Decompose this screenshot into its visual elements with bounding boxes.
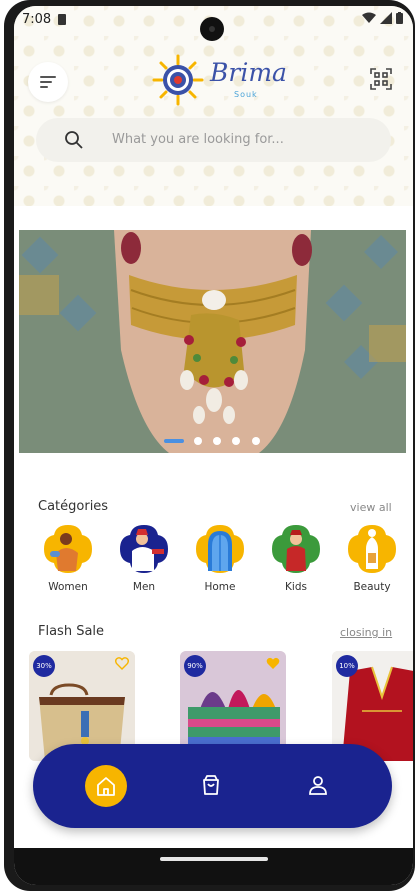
categories-view-all-link[interactable]: view all: [350, 501, 392, 514]
category-men-label: Men: [132, 581, 156, 593]
menu-icon: [40, 76, 56, 88]
phone-frame: 7:08 Brima Souk What you are looking for…: [4, 0, 415, 891]
logo-emblem-icon: [152, 54, 204, 106]
home-icon: [97, 777, 115, 796]
banner-dot-active[interactable]: [164, 439, 184, 443]
qr-scan-icon: [370, 68, 392, 90]
status-icons: [362, 12, 403, 24]
search-input[interactable]: What you are looking for...: [112, 132, 284, 147]
logo-text: Brima: [210, 58, 287, 87]
brand-logo[interactable]: Brima Souk: [152, 52, 287, 108]
category-beauty[interactable]: Beauty: [342, 523, 402, 593]
nav-home-button[interactable]: [85, 765, 127, 807]
category-beauty-label: Beauty: [353, 581, 391, 593]
signal-icon: [380, 12, 392, 24]
category-kids-label: Kids: [285, 581, 307, 593]
sim-icon: [58, 14, 66, 25]
cart-icon: [203, 775, 219, 795]
wifi-icon: [362, 12, 376, 23]
category-home-icon: [194, 523, 246, 575]
category-home[interactable]: Home: [190, 523, 250, 593]
category-men[interactable]: Men: [114, 523, 174, 593]
banner-dot[interactable]: [252, 437, 260, 445]
battery-icon: [396, 12, 403, 24]
front-camera: [200, 17, 224, 41]
discount-badge: 10%: [336, 655, 358, 677]
heart-outline-icon[interactable]: [115, 657, 129, 670]
banner-pagination: [14, 437, 413, 447]
categories-title: Catégories: [38, 499, 109, 514]
nav-cart-button[interactable]: [200, 774, 222, 800]
category-men-icon: [118, 523, 170, 575]
app-screen: 7:08 Brima Souk What you are looking for…: [14, 6, 413, 885]
banner-photo: [19, 230, 406, 453]
home-indicator[interactable]: [160, 857, 268, 861]
category-beauty-icon: [346, 523, 398, 575]
discount-badge: 30%: [33, 655, 55, 677]
nav-profile-button[interactable]: [307, 774, 329, 800]
banner-image[interactable]: [19, 230, 406, 453]
category-kids[interactable]: Kids: [266, 523, 326, 593]
system-nav-bar: [14, 848, 413, 885]
flash-sale-closing-link[interactable]: closing in: [340, 626, 392, 639]
heart-filled-icon[interactable]: [266, 657, 280, 670]
banner-dot[interactable]: [232, 437, 240, 445]
menu-button[interactable]: [28, 62, 68, 102]
category-women-label: Women: [48, 581, 88, 593]
discount-badge: 90%: [184, 655, 206, 677]
flash-sale-title: Flash Sale: [38, 624, 105, 639]
logo-subtext: Souk: [234, 90, 258, 99]
category-women[interactable]: Women: [38, 523, 98, 593]
category-kids-icon: [270, 523, 322, 575]
category-home-label: Home: [204, 581, 236, 593]
qr-scan-button[interactable]: [370, 68, 392, 90]
category-women-icon: [42, 523, 94, 575]
bottom-navigation: [33, 744, 392, 828]
banner-dot[interactable]: [213, 437, 221, 445]
search-icon: [65, 131, 83, 149]
banner-dot[interactable]: [194, 437, 202, 445]
status-time: 7:08: [22, 12, 52, 27]
profile-icon: [309, 776, 327, 795]
search-bar[interactable]: What you are looking for...: [36, 118, 391, 162]
